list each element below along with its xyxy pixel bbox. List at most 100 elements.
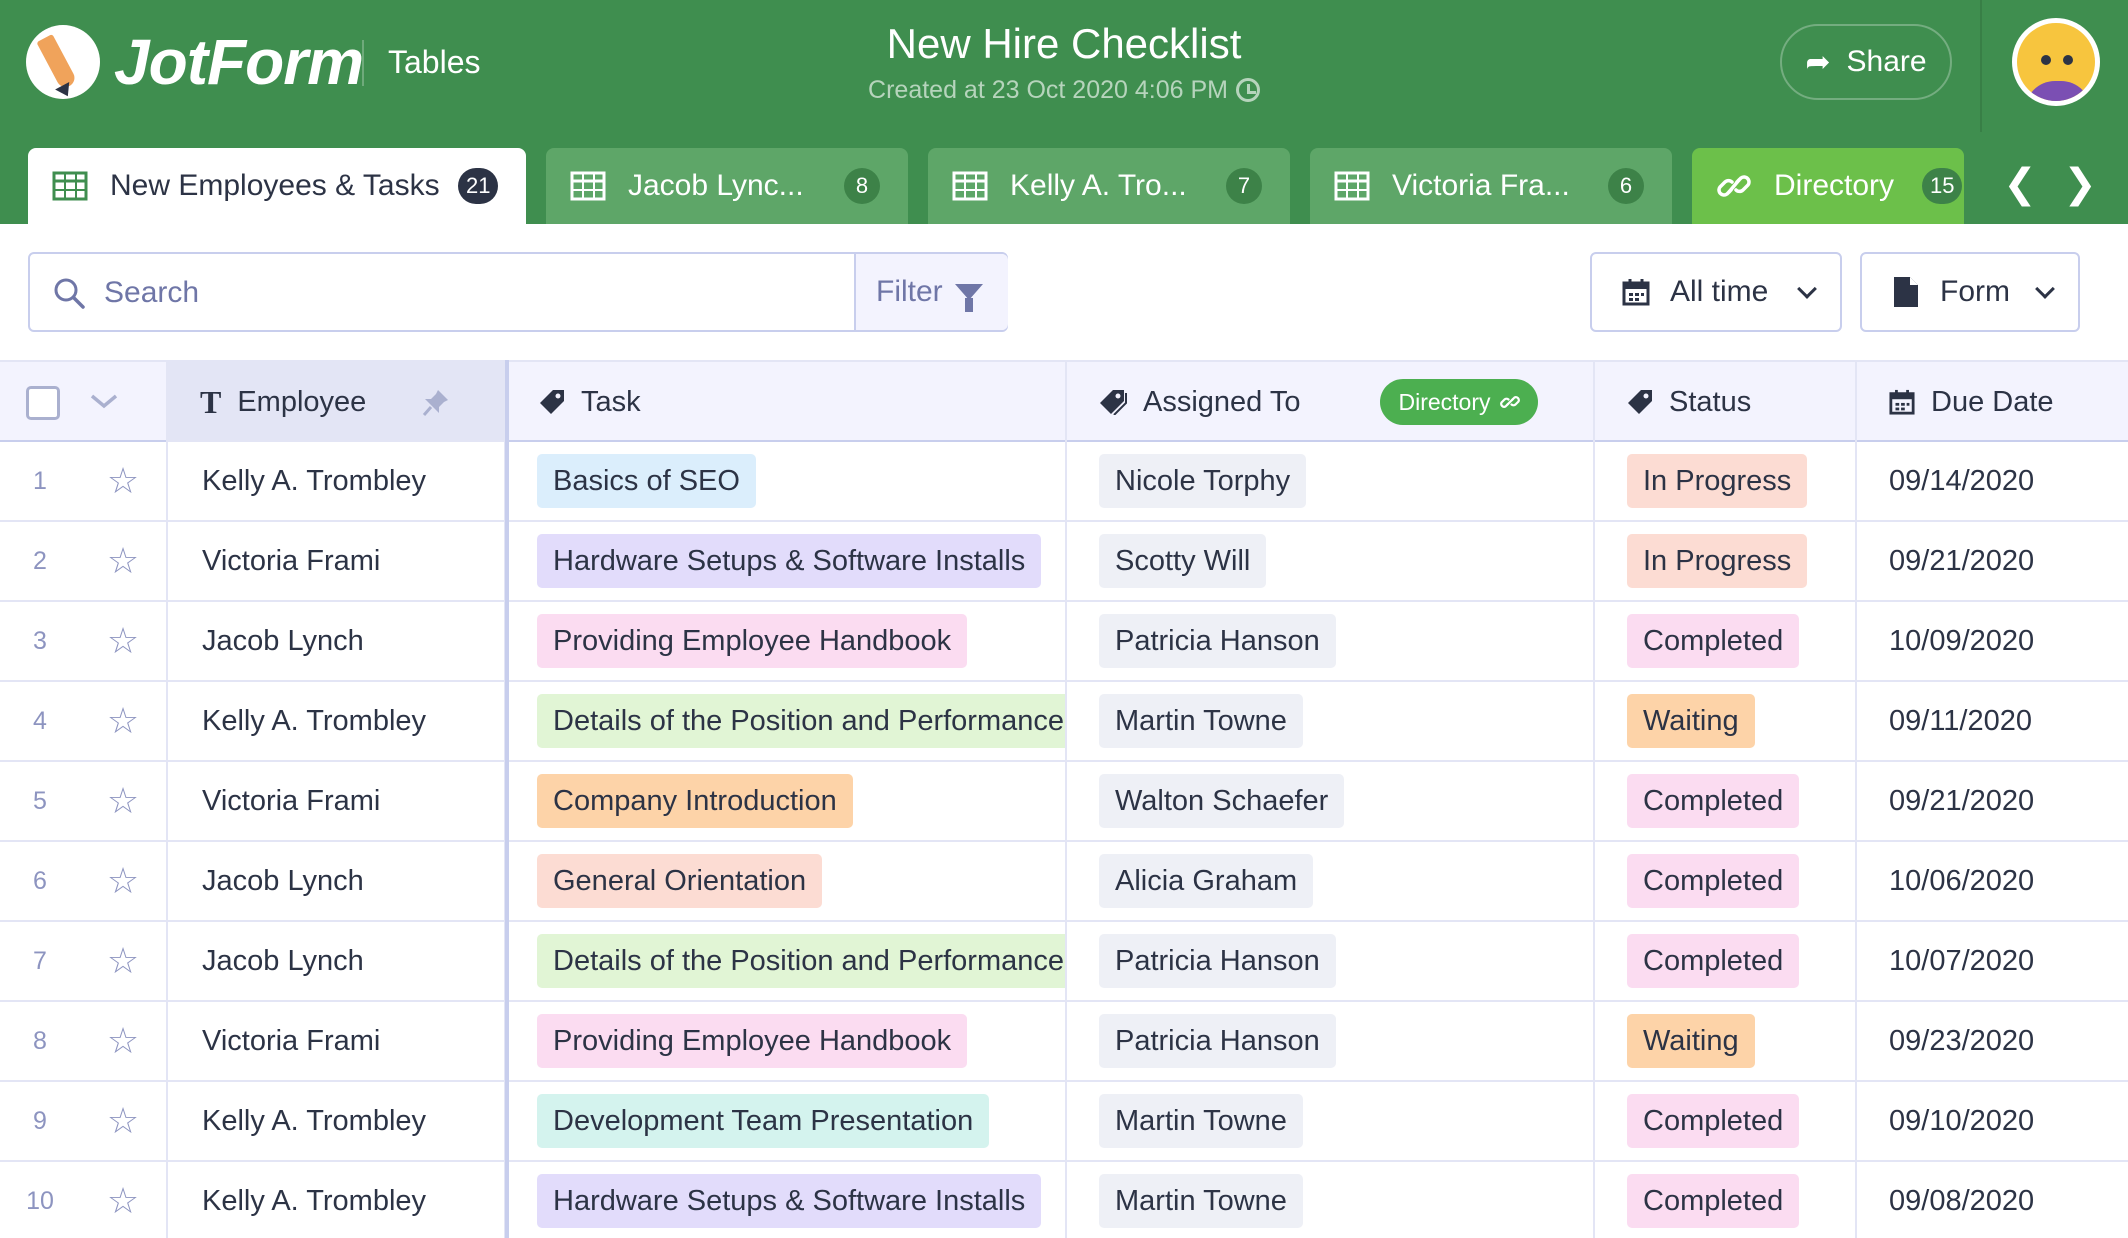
column-header-employee[interactable]: T Employee [168, 362, 506, 442]
assigned-to-cell[interactable]: Patricia Hanson [1067, 602, 1595, 680]
status-cell[interactable]: Completed [1595, 842, 1857, 920]
task-cell[interactable]: Hardware Setups & Software Installs [509, 1162, 1067, 1238]
employee-cell[interactable]: Kelly A. Trombley [168, 682, 506, 760]
assigned-to-cell[interactable]: Patricia Hanson [1067, 1002, 1595, 1080]
status-cell[interactable]: In Progress [1595, 522, 1857, 600]
assigned-to-cell[interactable]: Nicole Torphy [1067, 442, 1595, 520]
assigned-to-cell[interactable]: Patricia Hanson [1067, 922, 1595, 1000]
tab-jacob-lynch[interactable]: Jacob Lync... 8 [546, 148, 908, 224]
assigned-to-cell[interactable]: Martin Towne [1067, 682, 1595, 760]
status-cell[interactable]: Completed [1595, 1162, 1857, 1238]
due-date-cell[interactable]: 09/21/2020 [1857, 522, 2128, 600]
task-cell[interactable]: Providing Employee Handbook [509, 602, 1067, 680]
tab-new-employees-tasks[interactable]: New Employees & Tasks 21 [28, 148, 526, 224]
task-cell[interactable]: Development Team Presentation [509, 1082, 1067, 1160]
due-date-cell[interactable]: 09/14/2020 [1857, 442, 2128, 520]
table-row[interactable]: 8 ☆ Victoria Frami Providing Employee Handb… [0, 1002, 2128, 1082]
task-chip: Providing Employee Handbook [537, 1014, 968, 1068]
due-date-cell[interactable]: 10/06/2020 [1857, 842, 2128, 920]
status-cell[interactable]: Completed [1595, 1082, 1857, 1160]
tabs-scroll-right-button[interactable]: ❯ [2058, 160, 2102, 210]
tab-kelly-trombley[interactable]: Kelly A. Tro... 7 [928, 148, 1290, 224]
star-icon[interactable]: ☆ [80, 842, 168, 920]
assigned-to-cell[interactable]: Martin Towne [1067, 1162, 1595, 1238]
table-row[interactable]: 1 ☆ Kelly A. Trombley Basics of SEO Nicole T… [0, 442, 2128, 522]
employee-cell[interactable]: Jacob Lynch [168, 922, 506, 1000]
tabs-scroll-left-button[interactable]: ❮ [1998, 160, 2042, 210]
select-all-checkbox[interactable] [26, 386, 60, 420]
table-row[interactable]: 9 ☆ Kelly A. Trombley Development Team Pres… [0, 1082, 2128, 1162]
column-header-status[interactable]: Status [1595, 362, 1857, 442]
status-cell[interactable]: Completed [1595, 922, 1857, 1000]
employee-cell[interactable]: Victoria Frami [168, 762, 506, 840]
task-cell[interactable]: Hardware Setups & Software Installs [509, 522, 1067, 600]
chevron-down-icon [1797, 279, 1817, 299]
task-cell[interactable]: Details of the Position and Performance [509, 682, 1067, 760]
task-cell[interactable]: Company Introduction [509, 762, 1067, 840]
employee-cell[interactable]: Victoria Frami [168, 522, 506, 600]
table-row[interactable]: 7 ☆ Jacob Lynch Details of the Position and… [0, 922, 2128, 1002]
status-cell[interactable]: Waiting [1595, 682, 1857, 760]
table-row[interactable]: 5 ☆ Victoria Frami Company Introduction Walt… [0, 762, 2128, 842]
employee-cell[interactable]: Jacob Lynch [168, 842, 506, 920]
employee-name: Jacob Lynch [202, 624, 364, 657]
star-icon[interactable]: ☆ [80, 1082, 168, 1160]
due-date-cell[interactable]: 09/10/2020 [1857, 1082, 2128, 1160]
tab-victoria-frami[interactable]: Victoria Fra... 6 [1310, 148, 1672, 224]
employee-cell[interactable]: Kelly A. Trombley [168, 1082, 506, 1160]
column-header-due-date[interactable]: Due Date [1857, 362, 2128, 442]
column-header-task[interactable]: Task [509, 362, 1067, 442]
assigned-to-cell[interactable]: Walton Schaefer [1067, 762, 1595, 840]
task-cell[interactable]: General Orientation [509, 842, 1067, 920]
time-range-dropdown[interactable]: All time [1590, 252, 1842, 332]
star-icon[interactable]: ☆ [80, 602, 168, 680]
due-date: 09/11/2020 [1889, 704, 2032, 737]
due-date-cell[interactable]: 09/21/2020 [1857, 762, 2128, 840]
share-label: Share [1846, 45, 1927, 78]
status-cell[interactable]: Waiting [1595, 1002, 1857, 1080]
tab-directory[interactable]: Directory 15 [1692, 148, 1964, 224]
star-icon[interactable]: ☆ [80, 522, 168, 600]
table-row[interactable]: 3 ☆ Jacob Lynch Providing Employee Handbook… [0, 602, 2128, 682]
status-cell[interactable]: In Progress [1595, 442, 1857, 520]
employee-cell[interactable]: Jacob Lynch [168, 602, 506, 680]
row-number: 1 [33, 466, 47, 495]
column-header-assigned-to[interactable]: Assigned To Directory [1067, 362, 1595, 442]
due-date-cell[interactable]: 10/07/2020 [1857, 922, 2128, 1000]
star-icon[interactable]: ☆ [80, 442, 168, 520]
task-cell[interactable]: Providing Employee Handbook [509, 1002, 1067, 1080]
assigned-to-cell[interactable]: Scotty Will [1067, 522, 1595, 600]
share-button[interactable]: ➦ Share [1780, 24, 1952, 100]
due-date-cell[interactable]: 09/08/2020 [1857, 1162, 2128, 1238]
directory-link-badge[interactable]: Directory [1380, 379, 1539, 425]
frozen-column-divider[interactable] [505, 360, 509, 1238]
pin-icon[interactable] [422, 384, 454, 418]
star-icon[interactable]: ☆ [80, 1162, 168, 1238]
employee-cell[interactable]: Kelly A. Trombley [168, 442, 506, 520]
user-avatar[interactable] [2012, 18, 2100, 106]
star-icon[interactable]: ☆ [80, 1002, 168, 1080]
star-icon[interactable]: ☆ [80, 682, 168, 760]
star-icon[interactable]: ☆ [80, 922, 168, 1000]
form-dropdown[interactable]: Form [1860, 252, 2080, 332]
employee-cell[interactable]: Kelly A. Trombley [168, 1162, 506, 1238]
filter-button[interactable]: Filter [854, 254, 1008, 330]
due-date-cell[interactable]: 10/09/2020 [1857, 602, 2128, 680]
status-cell[interactable]: Completed [1595, 602, 1857, 680]
status-badge: In Progress [1627, 454, 1808, 508]
table-row[interactable]: 2 ☆ Victoria Frami Hardware Setups & Softwa… [0, 522, 2128, 602]
table-row[interactable]: 6 ☆ Jacob Lynch General Orientation Alicia G… [0, 842, 2128, 922]
star-icon[interactable]: ☆ [80, 762, 168, 840]
assigned-to-cell[interactable]: Martin Towne [1067, 1082, 1595, 1160]
chevron-down-icon[interactable] [88, 390, 120, 412]
employee-cell[interactable]: Victoria Frami [168, 1002, 506, 1080]
task-cell[interactable]: Details of the Position and Performance [509, 922, 1067, 1000]
table-row[interactable]: 4 ☆ Kelly A. Trombley Details of the Positi… [0, 682, 2128, 762]
task-cell[interactable]: Basics of SEO [509, 442, 1067, 520]
search-input[interactable] [104, 272, 844, 314]
status-cell[interactable]: Completed [1595, 762, 1857, 840]
due-date-cell[interactable]: 09/23/2020 [1857, 1002, 2128, 1080]
due-date-cell[interactable]: 09/11/2020 [1857, 682, 2128, 760]
assigned-to-cell[interactable]: Alicia Graham [1067, 842, 1595, 920]
table-row[interactable]: 10 ☆ Kelly A. Trombley Hardware Setups & So… [0, 1162, 2128, 1238]
